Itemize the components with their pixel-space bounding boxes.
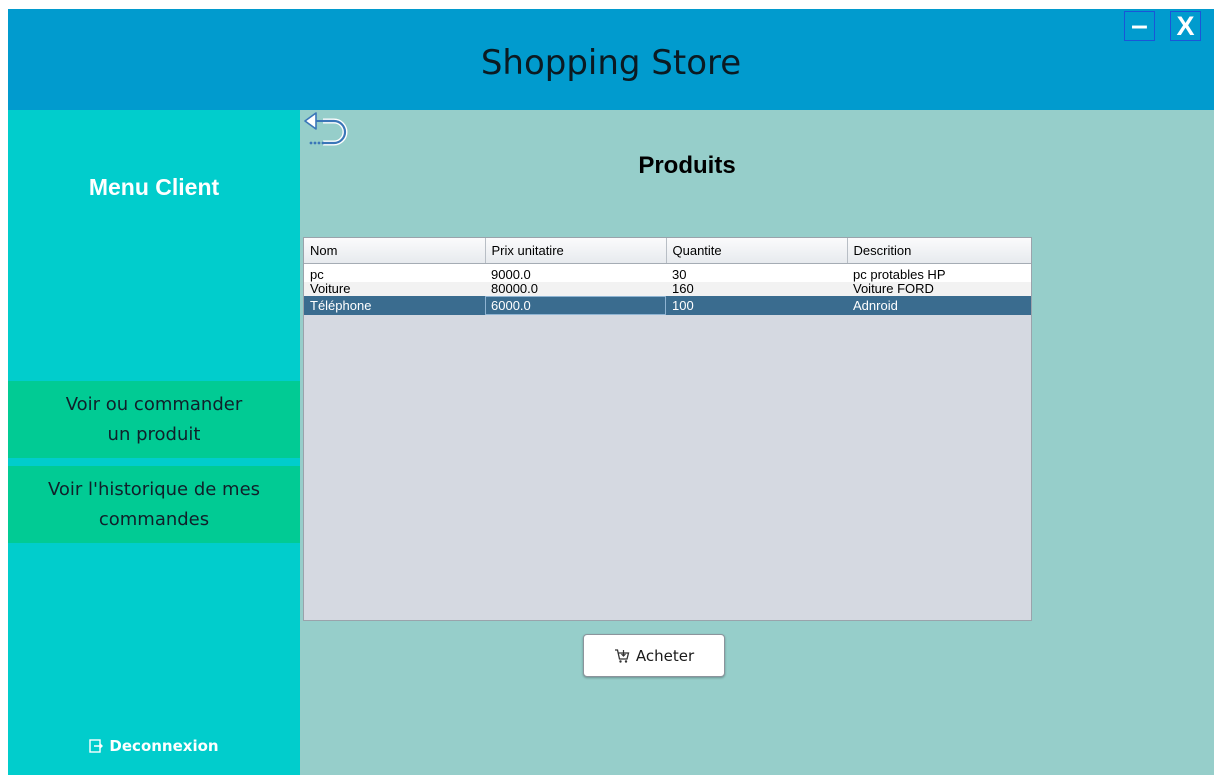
sidebar-item-label: Voir ou commander un produit [65,393,243,445]
table-header-row: Nom Prix unitatire Quantite Descrition [304,238,1031,264]
logout-button[interactable]: Deconnexion [8,737,300,755]
sidebar-item-voir-produits[interactable]: Voir ou commander un produit [8,381,300,458]
cell-description: pc protables HP [847,263,1031,282]
cell-quantite: 160 [666,282,847,296]
cell-description: Voiture FORD [847,282,1031,296]
table-row[interactable]: pc 9000.0 30 pc protables HP [304,263,1031,282]
cell-nom: Voiture [304,282,485,296]
back-arrow-icon[interactable] [301,112,349,154]
cell-prix: 9000.0 [485,263,666,282]
table-row-selected[interactable]: Téléphone 6000.0 100 Adnroid [304,296,1031,315]
close-button[interactable]: X [1170,11,1201,41]
table-row[interactable]: Voiture 80000.0 160 Voiture FORD [304,282,1031,296]
cell-nom: pc [304,263,485,282]
cell-quantite: 100 [666,296,847,315]
cell-prix: 6000.0 [485,296,666,315]
app-title: Shopping Store [480,42,742,83]
shopping-cart-icon [614,648,630,663]
column-header-description[interactable]: Descrition [847,238,1031,264]
page-title: Produits [638,152,736,179]
cell-prix: 80000.0 [485,282,666,296]
sidebar-item-label: Voir l'historique de mes commandes [47,478,261,530]
cell-description: Adnroid [847,296,1031,315]
buy-button-label: Acheter [635,646,695,665]
sidebar: Menu Client Voir ou commander un produit… [8,110,300,775]
logout-label: Deconnexion [109,737,219,755]
sidebar-item-historique[interactable]: Voir l'historique de mes commandes [8,466,300,543]
cell-quantite: 30 [666,263,847,282]
cell-nom: Téléphone [304,296,485,315]
column-header-quantite[interactable]: Quantite [666,238,848,264]
sidebar-title: Menu Client [88,174,220,200]
title-bar: Shopping Store – X [8,9,1214,110]
products-table: Nom Prix unitatire Quantite Descrition p… [303,237,1032,621]
buy-button[interactable]: Acheter [583,634,725,677]
column-header-nom[interactable]: Nom [304,238,486,264]
minimize-button[interactable]: – [1124,11,1155,41]
column-header-prix[interactable]: Prix unitatire [485,238,667,264]
logout-icon [89,739,104,753]
